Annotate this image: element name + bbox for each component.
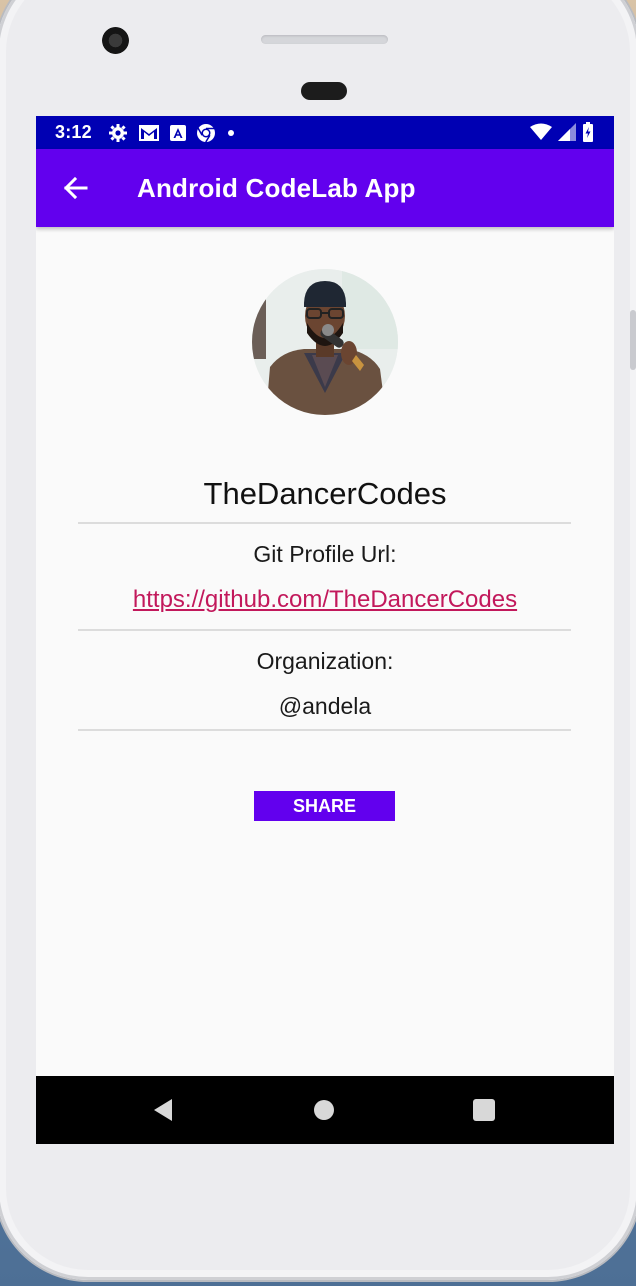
- nav-recents-icon[interactable]: [473, 1099, 495, 1121]
- autofill-icon: [169, 124, 186, 141]
- git-profile-label: Git Profile Url:: [253, 541, 397, 567]
- organization-label: Organization:: [256, 648, 394, 674]
- app-bar: Android CodeLab App: [36, 149, 614, 227]
- status-bar: 3:12: [36, 116, 614, 149]
- nav-back-icon[interactable]: [152, 1098, 174, 1122]
- profile-username: TheDancerCodes: [203, 476, 447, 511]
- settings-icon: [108, 123, 127, 142]
- share-button[interactable]: SHARE: [254, 791, 395, 821]
- arrow-left-icon[interactable]: [62, 176, 88, 200]
- chrome-icon: [196, 123, 215, 142]
- dot-icon: [227, 129, 234, 136]
- front-camera: [102, 27, 129, 54]
- wifi-icon: [530, 123, 552, 140]
- git-profile-link[interactable]: https://github.com/TheDancerCodes: [36, 586, 614, 614]
- organization-value: @andela: [278, 693, 372, 719]
- navigation-bar: [36, 1076, 614, 1144]
- divider: [78, 729, 571, 731]
- battery-icon: [583, 122, 593, 142]
- status-time: 3:12: [55, 122, 92, 142]
- divider: [78, 629, 571, 631]
- device-screen: 3:12 Android CodeLab App TheDancerCodes …: [36, 116, 614, 1144]
- signal-icon: [558, 123, 576, 141]
- nav-home-icon[interactable]: [314, 1100, 334, 1120]
- divider: [78, 522, 571, 524]
- earpiece: [301, 82, 347, 100]
- volume-button: [630, 310, 636, 370]
- gmail-icon: [138, 124, 159, 141]
- avatar: [252, 269, 398, 415]
- speaker-grille: [261, 35, 388, 44]
- app-title: Android CodeLab App: [137, 173, 416, 203]
